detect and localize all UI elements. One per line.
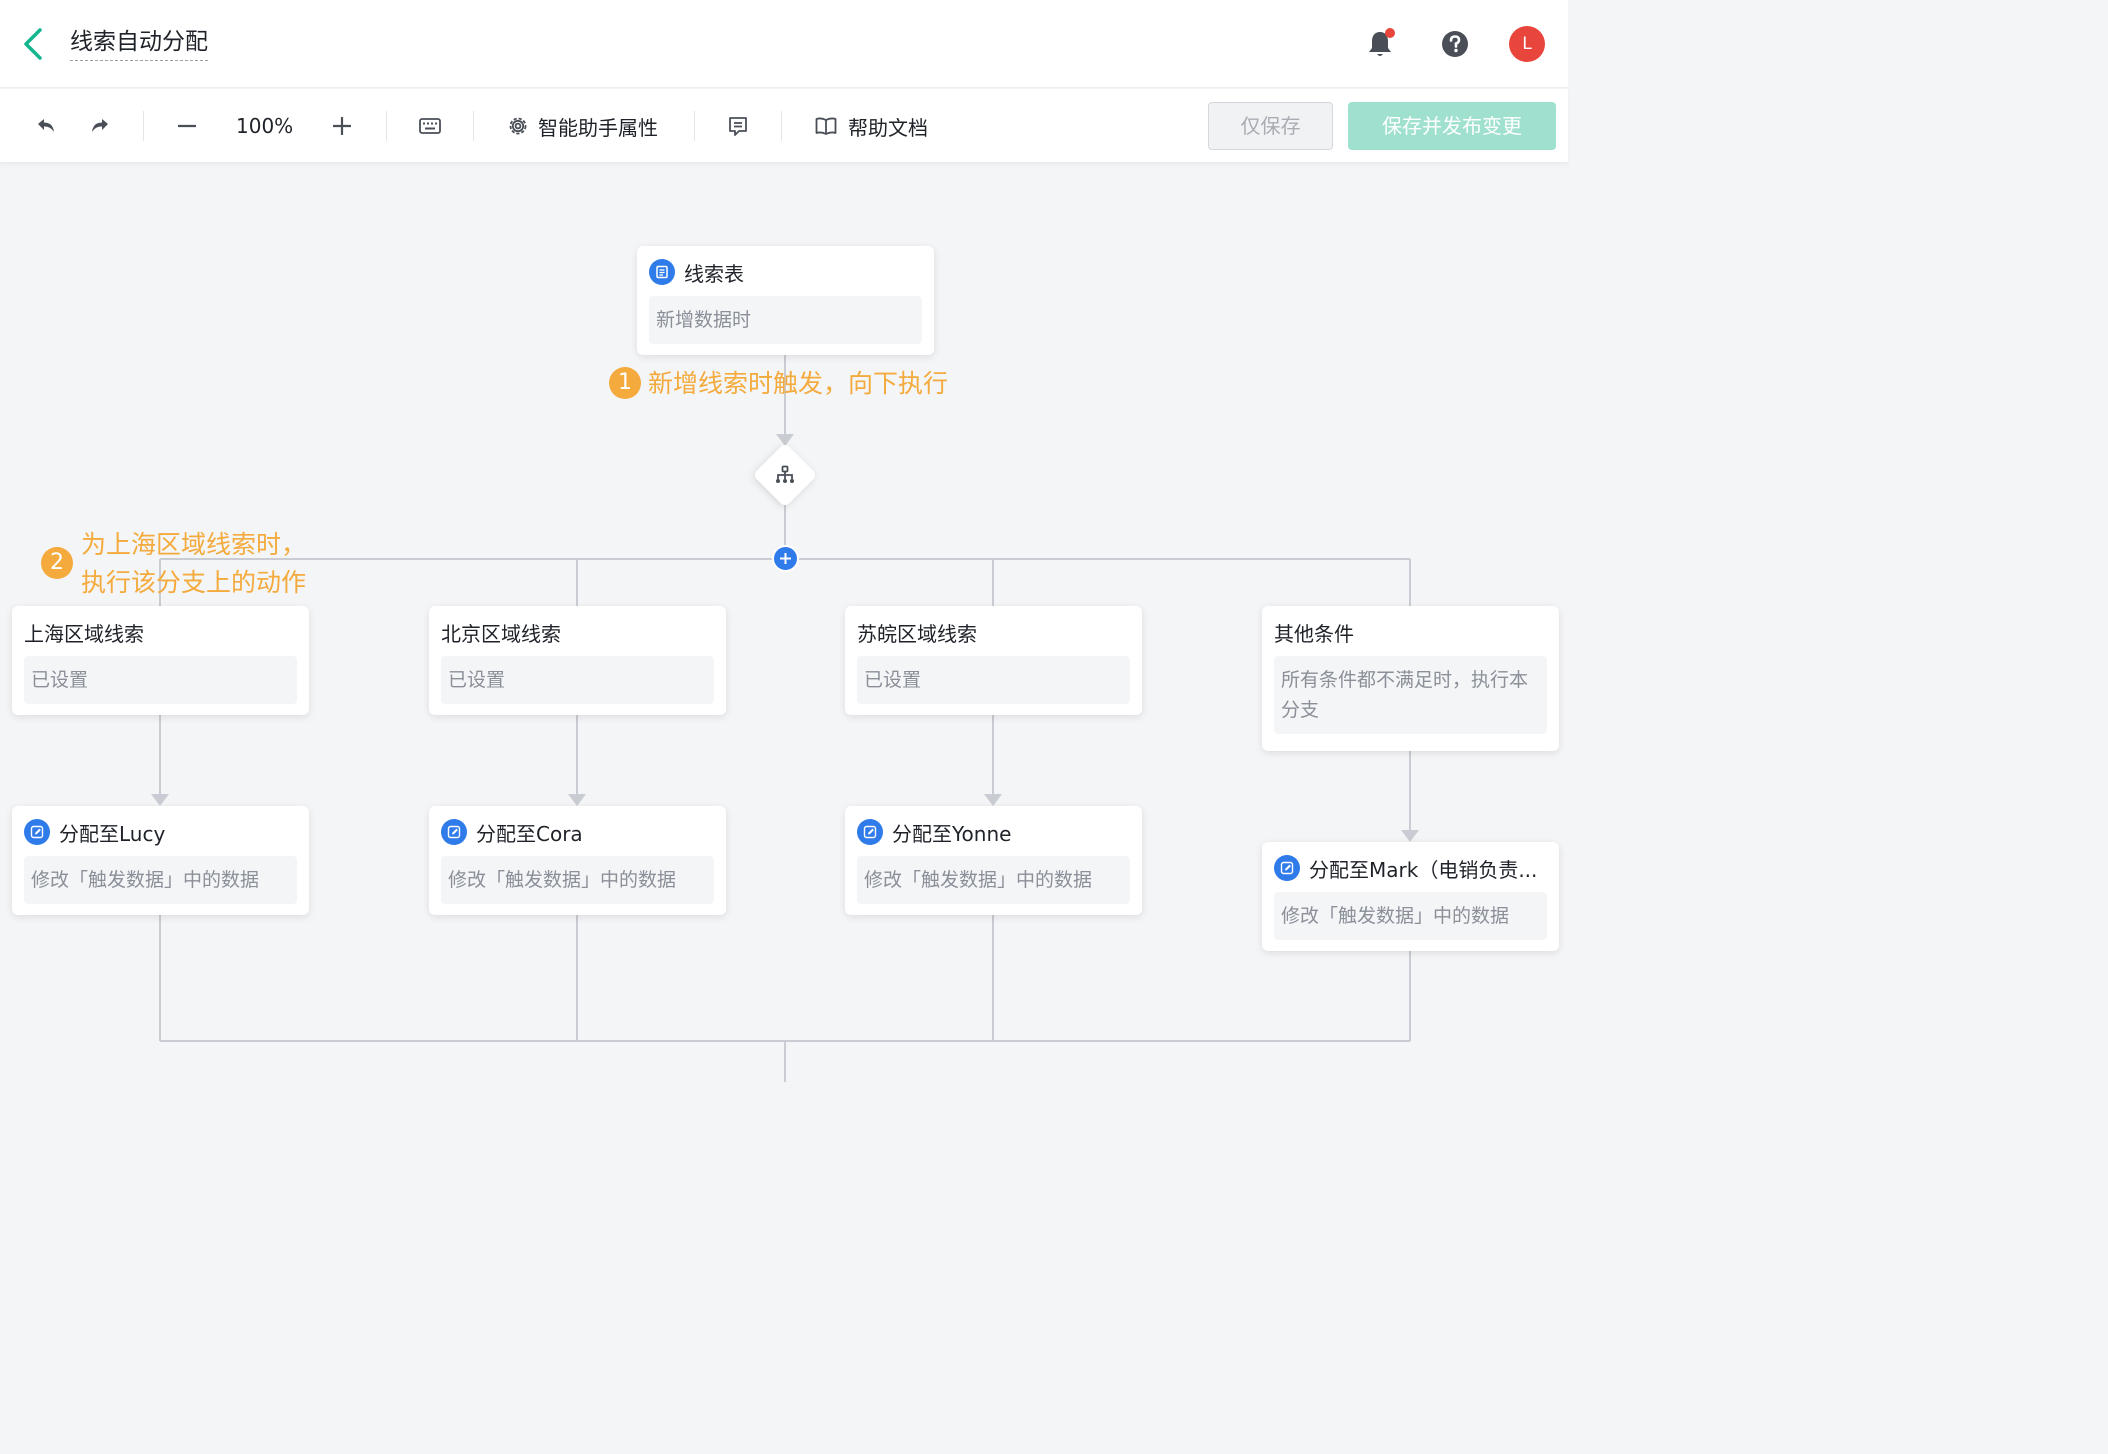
action-desc: 修改「触发数据」中的数据 [1274,892,1547,940]
annotation-text-1: 新增线索时触发，向下执行 [648,369,949,398]
condition-header: 苏皖区域线索 [857,618,1130,646]
annotation-text-2a: 为上海区域线索时， [81,530,307,559]
trigger-node-header: 线索表 [649,258,922,286]
action-node-yonne[interactable]: 分配至Yonne 修改「触发数据」中的数据 [845,806,1142,915]
action-header: 分配至Lucy [24,818,297,846]
edit-icon [441,819,467,845]
action-node-mark[interactable]: 分配至Mark（电销负责... 修改「触发数据」中的数据 [1262,842,1559,951]
condition-node-beijing[interactable]: 北京区域线索 已设置 [429,606,726,715]
trigger-desc: 新增数据时 [649,296,922,344]
condition-desc: 已设置 [24,656,297,704]
condition-node-other[interactable]: 其他条件 所有条件都不满足时，执行本分支 [1262,606,1559,751]
condition-title: 苏皖区域线索 [857,621,977,646]
edit-icon [857,819,883,845]
condition-desc: 所有条件都不满足时，执行本分支 [1274,656,1547,734]
trigger-node[interactable]: 线索表 新增数据时 [637,246,934,355]
condition-title: 北京区域线索 [441,621,561,646]
action-desc: 修改「触发数据」中的数据 [24,856,297,904]
add-branch-button[interactable] [772,545,799,572]
action-node-lucy[interactable]: 分配至Lucy 修改「触发数据」中的数据 [12,806,309,915]
condition-title: 其他条件 [1274,621,1354,646]
action-title: 分配至Lucy [59,821,166,846]
condition-title: 上海区域线索 [24,621,144,646]
annotation-text-2b: 执行该分支上的动作 [81,568,307,597]
action-node-cora[interactable]: 分配至Cora 修改「触发数据」中的数据 [429,806,726,915]
action-header: 分配至Mark（电销负责... [1274,854,1547,882]
action-header: 分配至Cora [441,818,714,846]
trigger-title: 线索表 [684,261,744,286]
condition-header: 其他条件 [1274,618,1547,646]
action-title: 分配至Yonne [892,821,1012,846]
annotation-badge-1: 1 [609,367,641,399]
condition-desc: 已设置 [857,656,1130,704]
branch-icon [776,465,794,483]
action-desc: 修改「触发数据」中的数据 [441,856,714,904]
annotation-badge-2: 2 [41,547,73,579]
condition-desc: 已设置 [441,656,714,704]
action-desc: 修改「触发数据」中的数据 [857,856,1130,904]
condition-header: 北京区域线索 [441,618,714,646]
condition-header: 上海区域线索 [24,618,297,646]
table-icon [649,259,675,285]
action-title: 分配至Mark（电销负责... [1309,857,1538,882]
action-title: 分配至Cora [476,821,583,846]
plus-icon [780,553,791,564]
action-header: 分配至Yonne [857,818,1130,846]
condition-node-shanghai[interactable]: 上海区域线索 已设置 [12,606,309,715]
edit-icon [1274,855,1300,881]
condition-node-suwan[interactable]: 苏皖区域线索 已设置 [845,606,1142,715]
edit-icon [24,819,50,845]
